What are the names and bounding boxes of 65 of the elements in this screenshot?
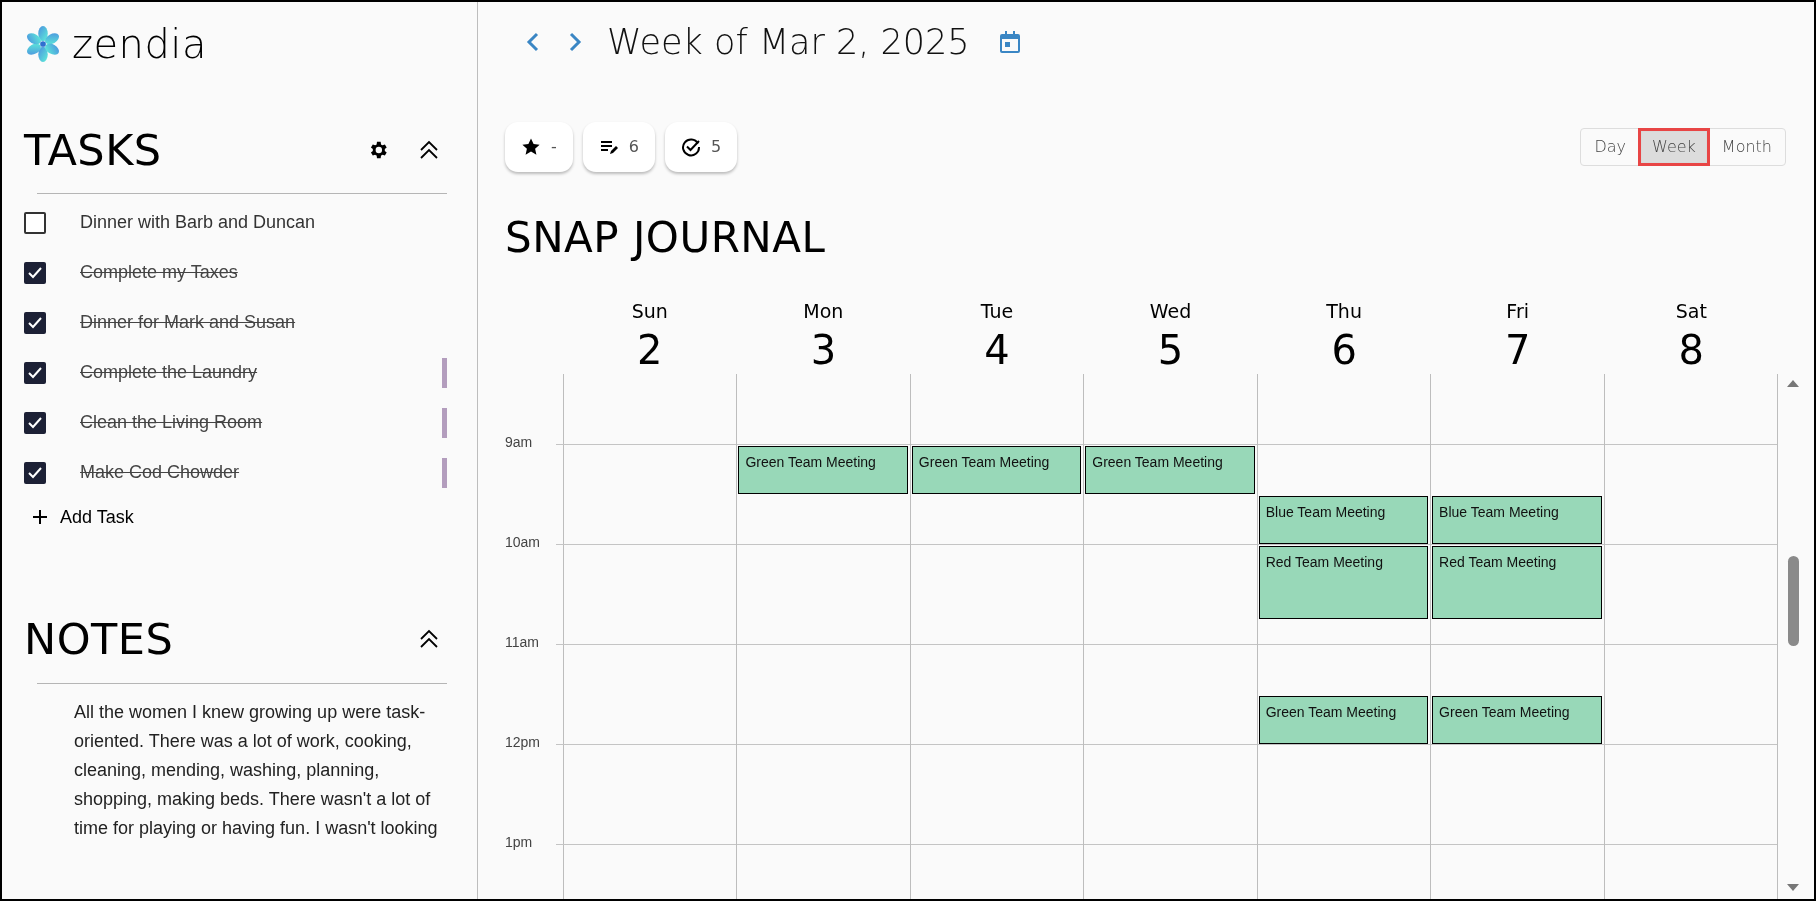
- day-name: Mon: [802, 299, 845, 324]
- task-checkbox[interactable]: [24, 361, 46, 384]
- task-text: Complete the Laundry: [80, 361, 259, 384]
- task-checkbox[interactable]: [24, 461, 46, 484]
- day-date: 2: [636, 325, 664, 374]
- view-toggle-button[interactable]: Week: [1639, 129, 1709, 165]
- check-icon: [27, 415, 43, 430]
- task-text: Clean the Living Room: [80, 411, 264, 434]
- star-icon: [521, 137, 541, 157]
- view-toggle-button[interactable]: Month: [1708, 129, 1785, 165]
- task-checkbox[interactable]: [24, 411, 46, 434]
- day-date: 3: [809, 325, 838, 374]
- calendar-event[interactable]: Green Team Meeting: [738, 445, 908, 494]
- day-date: 6: [1330, 325, 1358, 374]
- calendar-event[interactable]: Red Team Meeting: [1432, 545, 1602, 619]
- calendar-event[interactable]: Green Team Meeting: [1085, 445, 1255, 494]
- day-date: 5: [1156, 325, 1185, 374]
- flower-logo-icon: [24, 25, 62, 63]
- hour-label: 12pm: [505, 732, 541, 752]
- hour-label: 11am: [505, 632, 539, 652]
- day-date: 8: [1677, 325, 1705, 374]
- task-checkbox[interactable]: [24, 311, 46, 334]
- notes-heading: NOTES: [24, 612, 175, 666]
- task-text: Complete my Taxes: [80, 261, 239, 284]
- calendar-event[interactable]: Green Team Meeting: [1258, 695, 1429, 744]
- view-toggle-button[interactable]: Day: [1581, 129, 1639, 165]
- hour-label: 9am: [505, 432, 533, 452]
- star-count-button[interactable]: -: [505, 122, 573, 172]
- check-icon: [27, 365, 43, 380]
- app-logo-text: zendia: [72, 20, 207, 69]
- check-icon: [27, 315, 43, 330]
- day-name: Sun: [630, 299, 669, 324]
- day-date: 4: [983, 325, 1011, 374]
- task-text: Make Cod Chowder: [80, 461, 241, 484]
- day-name: Sat: [1674, 299, 1708, 324]
- calendar-event[interactable]: Green Team Meeting: [1432, 695, 1602, 744]
- note-text: All the women I knew growing up were task-oriented. There was a lot of work, cooking, cleaning, mending, washing, planning, shopping, making beds. There wasn't a lot of time for playing or having fun. I wasn't looking: [74, 701, 439, 840]
- day-date: 7: [1503, 325, 1532, 374]
- check-circle-icon: [680, 137, 701, 157]
- task-checkbox[interactable]: [24, 211, 46, 234]
- calendar-event[interactable]: Blue Team Meeting: [1432, 495, 1602, 544]
- hour-label: 10am: [505, 532, 541, 552]
- check-icon: [27, 465, 43, 480]
- add-task-button[interactable]: Add Task: [24, 499, 142, 535]
- task-checkbox[interactable]: [24, 261, 46, 284]
- calendar-event[interactable]: Red Team Meeting: [1258, 545, 1429, 619]
- calendar-event[interactable]: Blue Team Meeting: [1258, 495, 1429, 544]
- calendar-icon: [999, 31, 1020, 53]
- scroll-thumb[interactable]: [1788, 555, 1799, 646]
- task-text: Dinner with Barb and Duncan: [80, 211, 317, 234]
- edit-list-count-button[interactable]: 6: [582, 122, 655, 172]
- week-title: Week of Mar 2, 2025: [607, 20, 970, 64]
- check-icon: [27, 265, 43, 280]
- hour-label: 1pm: [505, 832, 533, 852]
- day-name: Wed: [1148, 299, 1193, 324]
- check-circle-count-button[interactable]: 5: [664, 122, 738, 172]
- journal-heading: SNAP JOURNAL: [505, 212, 827, 264]
- calendar-event[interactable]: Green Team Meeting: [911, 445, 1082, 494]
- plus-icon: [32, 509, 48, 525]
- day-name: Fri: [1505, 299, 1530, 324]
- task-text: Dinner for Mark and Susan: [80, 311, 297, 334]
- scroll-down-icon: [1786, 883, 1800, 893]
- day-name: Thu: [1325, 299, 1363, 324]
- tasks-heading: TASKS: [24, 124, 163, 177]
- day-name: Tue: [979, 299, 1015, 324]
